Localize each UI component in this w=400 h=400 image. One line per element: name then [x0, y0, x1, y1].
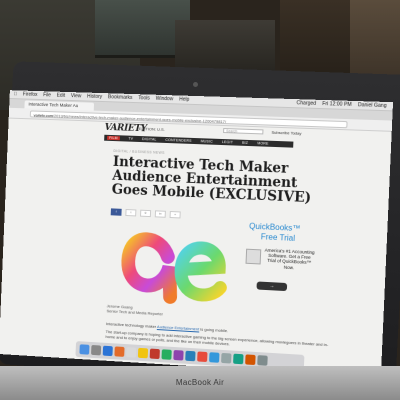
- nav-more[interactable]: MORE: [257, 141, 269, 145]
- photos-icon[interactable]: [197, 351, 208, 363]
- article-headline: Interactive Tech Maker Audience Entertai…: [111, 153, 312, 207]
- launchpad-icon[interactable]: [91, 344, 102, 356]
- menu-window[interactable]: Window: [156, 96, 174, 103]
- subscribe-link[interactable]: Subscribe Today: [271, 130, 301, 136]
- ad-product-image[interactable]: [245, 248, 262, 265]
- safari-icon[interactable]: [102, 345, 113, 357]
- menu-help[interactable]: Help: [179, 96, 189, 102]
- finder-icon[interactable]: [79, 344, 90, 355]
- audience-entertainment-link[interactable]: Audience Entertainment: [157, 324, 200, 331]
- menu-firefox[interactable]: Firefox: [23, 92, 38, 98]
- edition-selector[interactable]: EDITION: U.S.: [139, 126, 165, 132]
- mail-icon[interactable]: [126, 347, 137, 358]
- menu-view[interactable]: View: [71, 93, 82, 99]
- ae-logo-artwork: [119, 215, 226, 308]
- nav-music[interactable]: MUSIC: [201, 139, 213, 143]
- user-name[interactable]: Daniel Gang: [358, 102, 387, 109]
- ad-brand[interactable]: QuickBooks™: [249, 222, 301, 233]
- apple-icon[interactable]: : [13, 91, 17, 97]
- notes-icon[interactable]: [137, 347, 149, 359]
- nav-tv[interactable]: TV: [128, 137, 133, 141]
- menu-tools[interactable]: Tools: [138, 95, 150, 101]
- battery-status[interactable]: Charged: [296, 100, 316, 107]
- clock[interactable]: Fri 12:00 PM: [322, 101, 352, 108]
- camera-icon: [193, 82, 198, 87]
- nav-contenders[interactable]: CONTENDERS: [165, 138, 191, 143]
- facetime-icon[interactable]: [161, 349, 172, 360]
- site-search-input[interactable]: Search: [223, 128, 264, 135]
- menu-edit[interactable]: Edit: [57, 93, 66, 99]
- model-label: MacBook Air: [175, 378, 225, 387]
- ad-cta-button[interactable]: →: [256, 281, 288, 292]
- photoshop-icon[interactable]: [245, 354, 256, 366]
- app-store-icon[interactable]: [209, 352, 220, 363]
- menu-history[interactable]: History: [87, 94, 102, 100]
- trash-icon[interactable]: [257, 355, 268, 366]
- calendar-icon[interactable]: [149, 348, 160, 360]
- settings-icon[interactable]: [221, 352, 232, 364]
- word-icon[interactable]: [185, 350, 196, 362]
- itunes-icon[interactable]: [173, 349, 184, 361]
- nav-digital[interactable]: DIGITAL: [142, 137, 157, 142]
- nav-biz[interactable]: BIZ: [242, 141, 248, 145]
- ad-copy: America's #1 Accounting Software. Get a …: [264, 247, 315, 270]
- byline: Jerome Guang Senior Tech and Media Repor…: [106, 303, 255, 321]
- laptop-screen:  Firefox File Edit View History Bookmar…: [0, 90, 394, 378]
- address-host: variety.com: [33, 112, 54, 118]
- ad-trial[interactable]: Free Trial: [261, 232, 296, 243]
- firefox-icon[interactable]: [114, 346, 125, 357]
- messages-icon[interactable]: [233, 353, 244, 365]
- facebook-share-button[interactable]: f: [110, 208, 122, 216]
- menu-file[interactable]: File: [43, 92, 51, 98]
- site-nav: FILM TV DIGITAL CONTENDERS MUSIC LEGIT B…: [104, 134, 294, 148]
- nav-film[interactable]: FILM: [107, 135, 120, 141]
- menu-bookmarks[interactable]: Bookmarks: [108, 94, 133, 101]
- nav-legit[interactable]: LEGIT: [222, 140, 233, 144]
